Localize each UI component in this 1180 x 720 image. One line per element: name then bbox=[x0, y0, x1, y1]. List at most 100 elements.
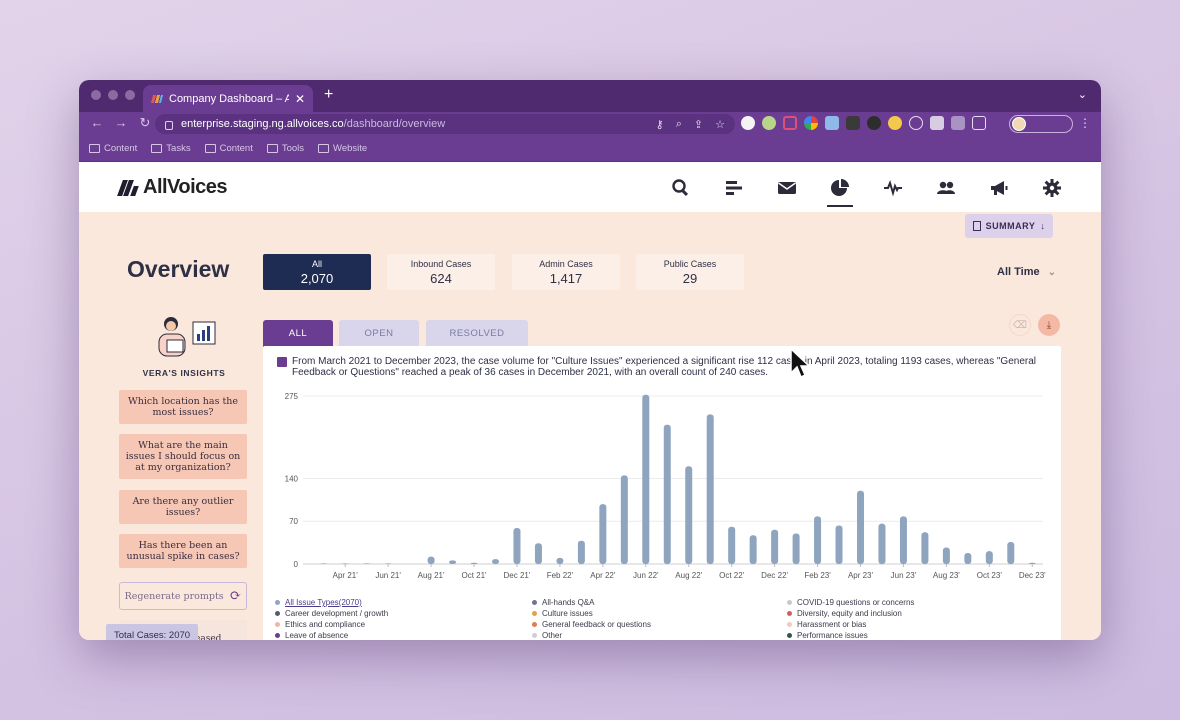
megaphone-icon bbox=[990, 181, 1007, 195]
pie-chart-icon bbox=[830, 179, 849, 196]
refresh-icon: ⟳ bbox=[229, 588, 242, 604]
bookmark-item[interactable]: Tools bbox=[266, 143, 304, 154]
legend-item[interactable]: All Issue Types(2070) bbox=[275, 598, 362, 607]
chart-bar bbox=[921, 532, 929, 564]
legend-item[interactable]: Leave of absence bbox=[275, 631, 348, 640]
gear-icon bbox=[1042, 179, 1061, 197]
minimize-window-dot[interactable] bbox=[108, 90, 118, 100]
insight-prompt[interactable]: Are there any outlier issues? bbox=[119, 490, 247, 524]
browser-menu-icon[interactable]: ⋮ bbox=[1079, 116, 1091, 130]
legend-item[interactable]: Culture issues bbox=[532, 609, 593, 618]
bookmark-star-icon[interactable]: ☆ bbox=[715, 118, 725, 131]
eraser-button[interactable]: ⌫ bbox=[1009, 314, 1031, 336]
chart-bar bbox=[620, 475, 628, 564]
leaf-extension-icon[interactable] bbox=[762, 116, 776, 130]
insight-prompt[interactable]: Which location has the most issues? bbox=[119, 390, 247, 424]
tab-search-chevron-icon[interactable]: ⌄ bbox=[1078, 88, 1087, 101]
download-button[interactable]: ⤓ bbox=[1038, 314, 1060, 336]
pen-extension-icon[interactable] bbox=[888, 116, 902, 130]
nav-messages[interactable] bbox=[760, 175, 813, 201]
address-bar[interactable]: enterprise.staging.ng.allvoices.co/dashb… bbox=[155, 114, 735, 134]
chart-bar bbox=[685, 466, 693, 564]
x-tick-label: Jun 22' bbox=[633, 571, 659, 580]
chart-bar bbox=[878, 523, 886, 564]
legend-label: All-hands Q&A bbox=[542, 598, 595, 607]
mouse-cursor-icon bbox=[790, 348, 810, 379]
bookmark-item[interactable]: Content bbox=[89, 143, 137, 154]
back-arrow-icon[interactable]: ← bbox=[85, 115, 109, 131]
compass-extension-icon[interactable] bbox=[909, 116, 923, 130]
tab-all[interactable]: ALL bbox=[263, 320, 333, 347]
legend-item[interactable]: Performance issues bbox=[787, 631, 868, 640]
nav-activity[interactable] bbox=[866, 175, 919, 201]
chart-bar bbox=[642, 394, 650, 564]
summary-button[interactable]: SUMMARY ↓ bbox=[965, 214, 1053, 238]
legend-item[interactable]: Other bbox=[532, 631, 562, 640]
bars-icon bbox=[725, 181, 742, 195]
x-tick-label: Oct 21' bbox=[461, 571, 487, 580]
nav-settings[interactable] bbox=[1025, 175, 1078, 201]
legend-item[interactable]: Career development / growth bbox=[275, 609, 388, 618]
legend-item[interactable]: General feedback or questions bbox=[532, 620, 651, 629]
stat-all-cases[interactable]: All 2,070 bbox=[263, 254, 371, 290]
chart-bar bbox=[384, 563, 392, 564]
legend-item[interactable]: Ethics and compliance bbox=[275, 620, 365, 629]
camera-extension-icon[interactable] bbox=[930, 116, 944, 130]
allvoices-logo[interactable]: AllVoices bbox=[117, 176, 228, 199]
k-extension-icon[interactable] bbox=[867, 116, 881, 130]
legend-label: Leave of absence bbox=[285, 631, 349, 640]
share-icon[interactable]: ⇪ bbox=[694, 118, 703, 131]
grid-extension-icon[interactable] bbox=[825, 116, 839, 130]
new-tab-button[interactable]: + bbox=[324, 86, 333, 104]
legend-item[interactable]: Harassment or bias bbox=[787, 620, 866, 629]
stat-admin-cases[interactable]: Admin Cases 1,417 bbox=[512, 254, 620, 290]
browser-tab[interactable]: Company Dashboard – AllVoices ✕ bbox=[143, 85, 313, 112]
time-filter-dropdown[interactable]: All Time ⌄ bbox=[997, 266, 1056, 278]
regenerate-prompts-button[interactable]: Regenerate prompts ⟳ bbox=[119, 582, 247, 610]
nav-search[interactable] bbox=[654, 175, 707, 201]
x-tick-label: Oct 22' bbox=[719, 571, 745, 580]
tab-close-icon[interactable]: ✕ bbox=[295, 92, 305, 106]
tab-resolved[interactable]: RESOLVED bbox=[426, 320, 528, 347]
tab-open[interactable]: OPEN bbox=[339, 320, 419, 347]
insight-prompt[interactable]: What are the main issues I should focus … bbox=[119, 434, 247, 479]
insight-prompt[interactable]: Has there been an unusual spike in cases… bbox=[119, 534, 247, 568]
close-window-dot[interactable] bbox=[91, 90, 101, 100]
nav-reports[interactable] bbox=[707, 175, 760, 201]
crop-extension-icon[interactable] bbox=[783, 116, 797, 130]
chart-bar bbox=[599, 504, 607, 564]
nav-announcements[interactable] bbox=[972, 175, 1025, 201]
folder-icon bbox=[266, 144, 278, 153]
stat-inbound-cases[interactable]: Inbound Cases 624 bbox=[387, 254, 495, 290]
nav-people[interactable] bbox=[919, 175, 972, 201]
maximize-window-dot[interactable] bbox=[125, 90, 135, 100]
puzzle-extension-icon[interactable] bbox=[951, 116, 965, 130]
chart-bar bbox=[857, 490, 864, 564]
reload-icon[interactable]: ↻ bbox=[133, 115, 157, 131]
bookmark-item[interactable]: Website bbox=[318, 143, 367, 154]
key-icon[interactable]: ⚷ bbox=[656, 118, 664, 131]
window-controls[interactable] bbox=[91, 90, 135, 100]
main-nav bbox=[654, 175, 1078, 207]
legend-item[interactable]: All-hands Q&A bbox=[532, 598, 594, 607]
x-tick-label: Apr 23' bbox=[848, 571, 874, 580]
chart-bar bbox=[899, 516, 907, 564]
allvoices-favicon-icon bbox=[151, 93, 163, 105]
sidepanel-icon[interactable] bbox=[972, 116, 986, 130]
dots-extension-icon[interactable] bbox=[846, 116, 860, 130]
legend-item[interactable]: Diversity, equity and inclusion bbox=[787, 609, 902, 618]
x-tick-label: Aug 23' bbox=[933, 571, 960, 580]
bookmark-item[interactable]: Tasks bbox=[151, 143, 191, 154]
nav-dashboard[interactable] bbox=[813, 175, 866, 207]
legend-item[interactable]: COVID-19 questions or concerns bbox=[787, 598, 914, 607]
zoom-icon[interactable]: ⌕ bbox=[676, 118, 682, 131]
ghost-extension-icon[interactable] bbox=[741, 116, 755, 130]
color-extension-icon[interactable] bbox=[804, 116, 818, 130]
chart-bar bbox=[492, 559, 499, 564]
forward-arrow-icon[interactable]: → bbox=[109, 115, 133, 131]
stat-public-cases[interactable]: Public Cases 29 bbox=[636, 254, 744, 290]
profile-button[interactable] bbox=[1009, 115, 1073, 133]
legend-dot-icon bbox=[275, 611, 280, 616]
bookmark-item[interactable]: Content bbox=[204, 143, 253, 154]
chart-bar bbox=[577, 540, 585, 564]
